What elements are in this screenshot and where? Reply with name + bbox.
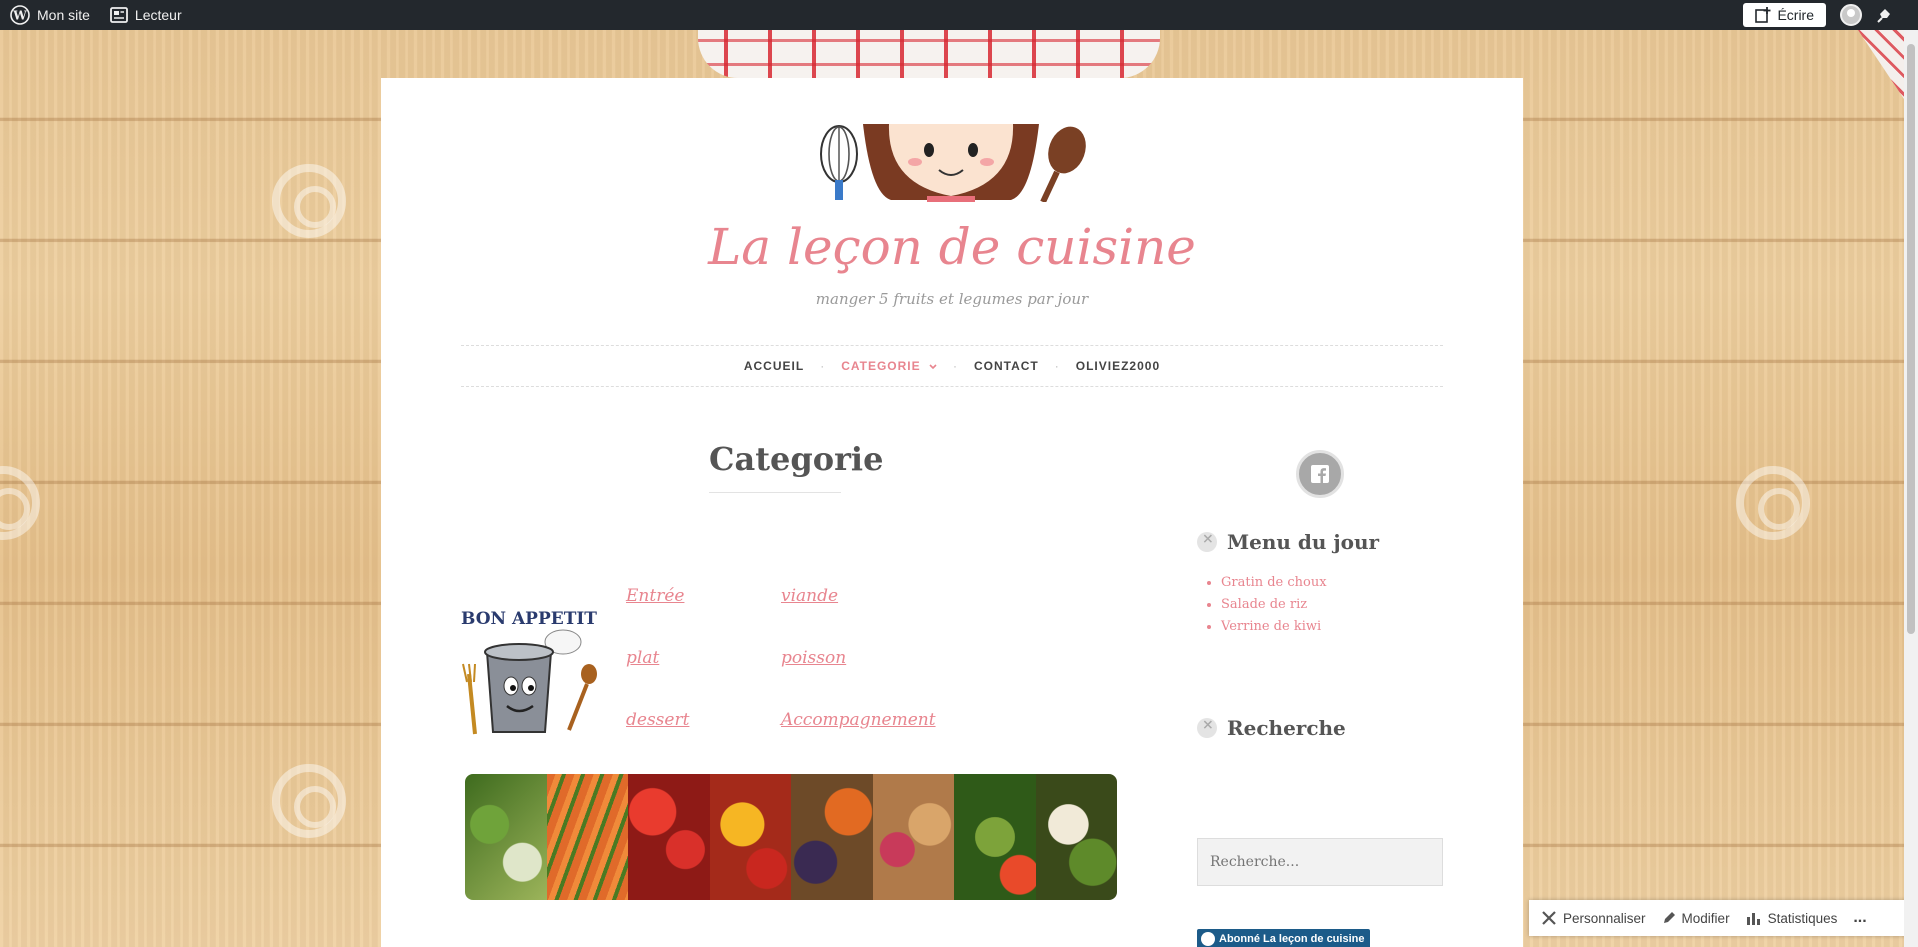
nav-item-categorie[interactable]: CATEGORIE (835, 359, 943, 373)
admin-bar: W Mon site Lecteur Écrire (0, 0, 1918, 30)
watermark-swirl (272, 764, 346, 838)
page-title: Categorie (709, 440, 883, 493)
pencil-icon (1663, 912, 1675, 923)
subscribe-button[interactable]: Abonné La leçon de cuisine (1197, 929, 1371, 947)
chef-girl-logo-icon (820, 124, 1086, 204)
my-site-menu[interactable]: W Mon site (0, 0, 100, 30)
menu-item-gratin[interactable]: Gratin de choux (1221, 572, 1327, 594)
site-title[interactable]: La leçon de cuisine (381, 218, 1523, 276)
facebook-button[interactable] (1296, 450, 1344, 498)
nav-separator: · (820, 359, 826, 373)
bottom-action-bar: Personnaliser Modifier Statistiques ... (1529, 900, 1918, 936)
menu-du-jour-label: Menu du jour (1227, 530, 1380, 554)
edit-label: Modifier (1681, 910, 1730, 926)
site-tagline: manger 5 fruits et legumes par jour (815, 290, 1089, 308)
customize-button[interactable]: Personnaliser (1541, 910, 1646, 926)
notifications-icon[interactable] (1876, 6, 1894, 24)
category-link-viande[interactable]: viande (781, 586, 838, 606)
page-scrollbar[interactable] (1904, 30, 1918, 947)
nav-item-contact[interactable]: CONTACT (968, 359, 1045, 373)
content-card: La leçon de cuisine manger 5 fruits et l… (381, 78, 1523, 947)
customize-label: Personnaliser (1563, 910, 1646, 926)
stats-icon (1746, 913, 1760, 925)
category-link-poisson[interactable]: poisson (781, 648, 846, 668)
nav-item-accueil[interactable]: ACCUEIL (738, 359, 810, 373)
write-label: Écrire (1777, 7, 1814, 23)
menu-du-jour-title: Menu du jour (1197, 530, 1379, 554)
category-link-entree[interactable]: Entrée (626, 586, 684, 606)
vegetables-banner-image (465, 774, 1117, 900)
category-link-plat[interactable]: plat (626, 648, 659, 668)
widget-bullet-icon (1197, 717, 1217, 738)
my-site-label: Mon site (37, 7, 90, 23)
bon-appetit-image: BON APPETIT (459, 594, 599, 744)
nav-separator: · (952, 359, 958, 373)
stats-label: Statistiques (1767, 910, 1838, 926)
stats-button[interactable]: Statistiques (1746, 910, 1838, 926)
watermark-swirl (0, 466, 40, 540)
whisk-icon (820, 125, 858, 200)
chevron-down-icon (929, 364, 937, 370)
write-button[interactable]: Écrire (1743, 3, 1826, 27)
nav-item-oliviez2000[interactable]: OLIVIEZ2000 (1070, 359, 1166, 373)
scrollbar-thumb[interactable] (1907, 44, 1915, 634)
wordpress-icon: W (10, 5, 30, 25)
reader-icon (110, 7, 128, 23)
category-link-accompagnement[interactable]: Accompagnement (781, 710, 936, 730)
reader-label: Lecteur (134, 7, 182, 23)
nav-item-categorie-label: CATEGORIE (841, 359, 921, 373)
menu-du-jour-list: Gratin de choux Salade de riz Verrine de… (1221, 572, 1327, 638)
menu-item-salade[interactable]: Salade de riz (1221, 594, 1327, 616)
main-navigation: ACCUEIL · CATEGORIE · CONTACT · OLIVIEZ2… (461, 345, 1443, 387)
new-post-icon (1755, 7, 1771, 23)
spoon-icon (1040, 126, 1086, 204)
recherche-title: Recherche (1197, 716, 1346, 740)
tablecloth-decoration (698, 30, 1160, 78)
nav-separator: · (1054, 359, 1060, 373)
reader-menu[interactable]: Lecteur (100, 0, 192, 30)
search-input[interactable] (1197, 838, 1443, 886)
facebook-icon (1311, 465, 1329, 483)
menu-item-verrine[interactable]: Verrine de kiwi (1221, 616, 1327, 638)
widget-bullet-icon (1197, 531, 1217, 552)
more-button[interactable]: ... (1853, 909, 1866, 927)
recherche-label: Recherche (1227, 716, 1346, 740)
svg-text:W: W (12, 9, 27, 23)
watermark-swirl (272, 164, 346, 238)
category-link-dessert[interactable]: dessert (626, 710, 689, 730)
tools-icon (1542, 911, 1556, 925)
edit-button[interactable]: Modifier (1662, 911, 1730, 926)
watermark-swirl (1736, 466, 1810, 540)
site-logo[interactable] (811, 124, 1091, 204)
bon-appetit-picture-text: BON APPETIT (461, 609, 597, 629)
user-avatar[interactable] (1840, 4, 1862, 26)
